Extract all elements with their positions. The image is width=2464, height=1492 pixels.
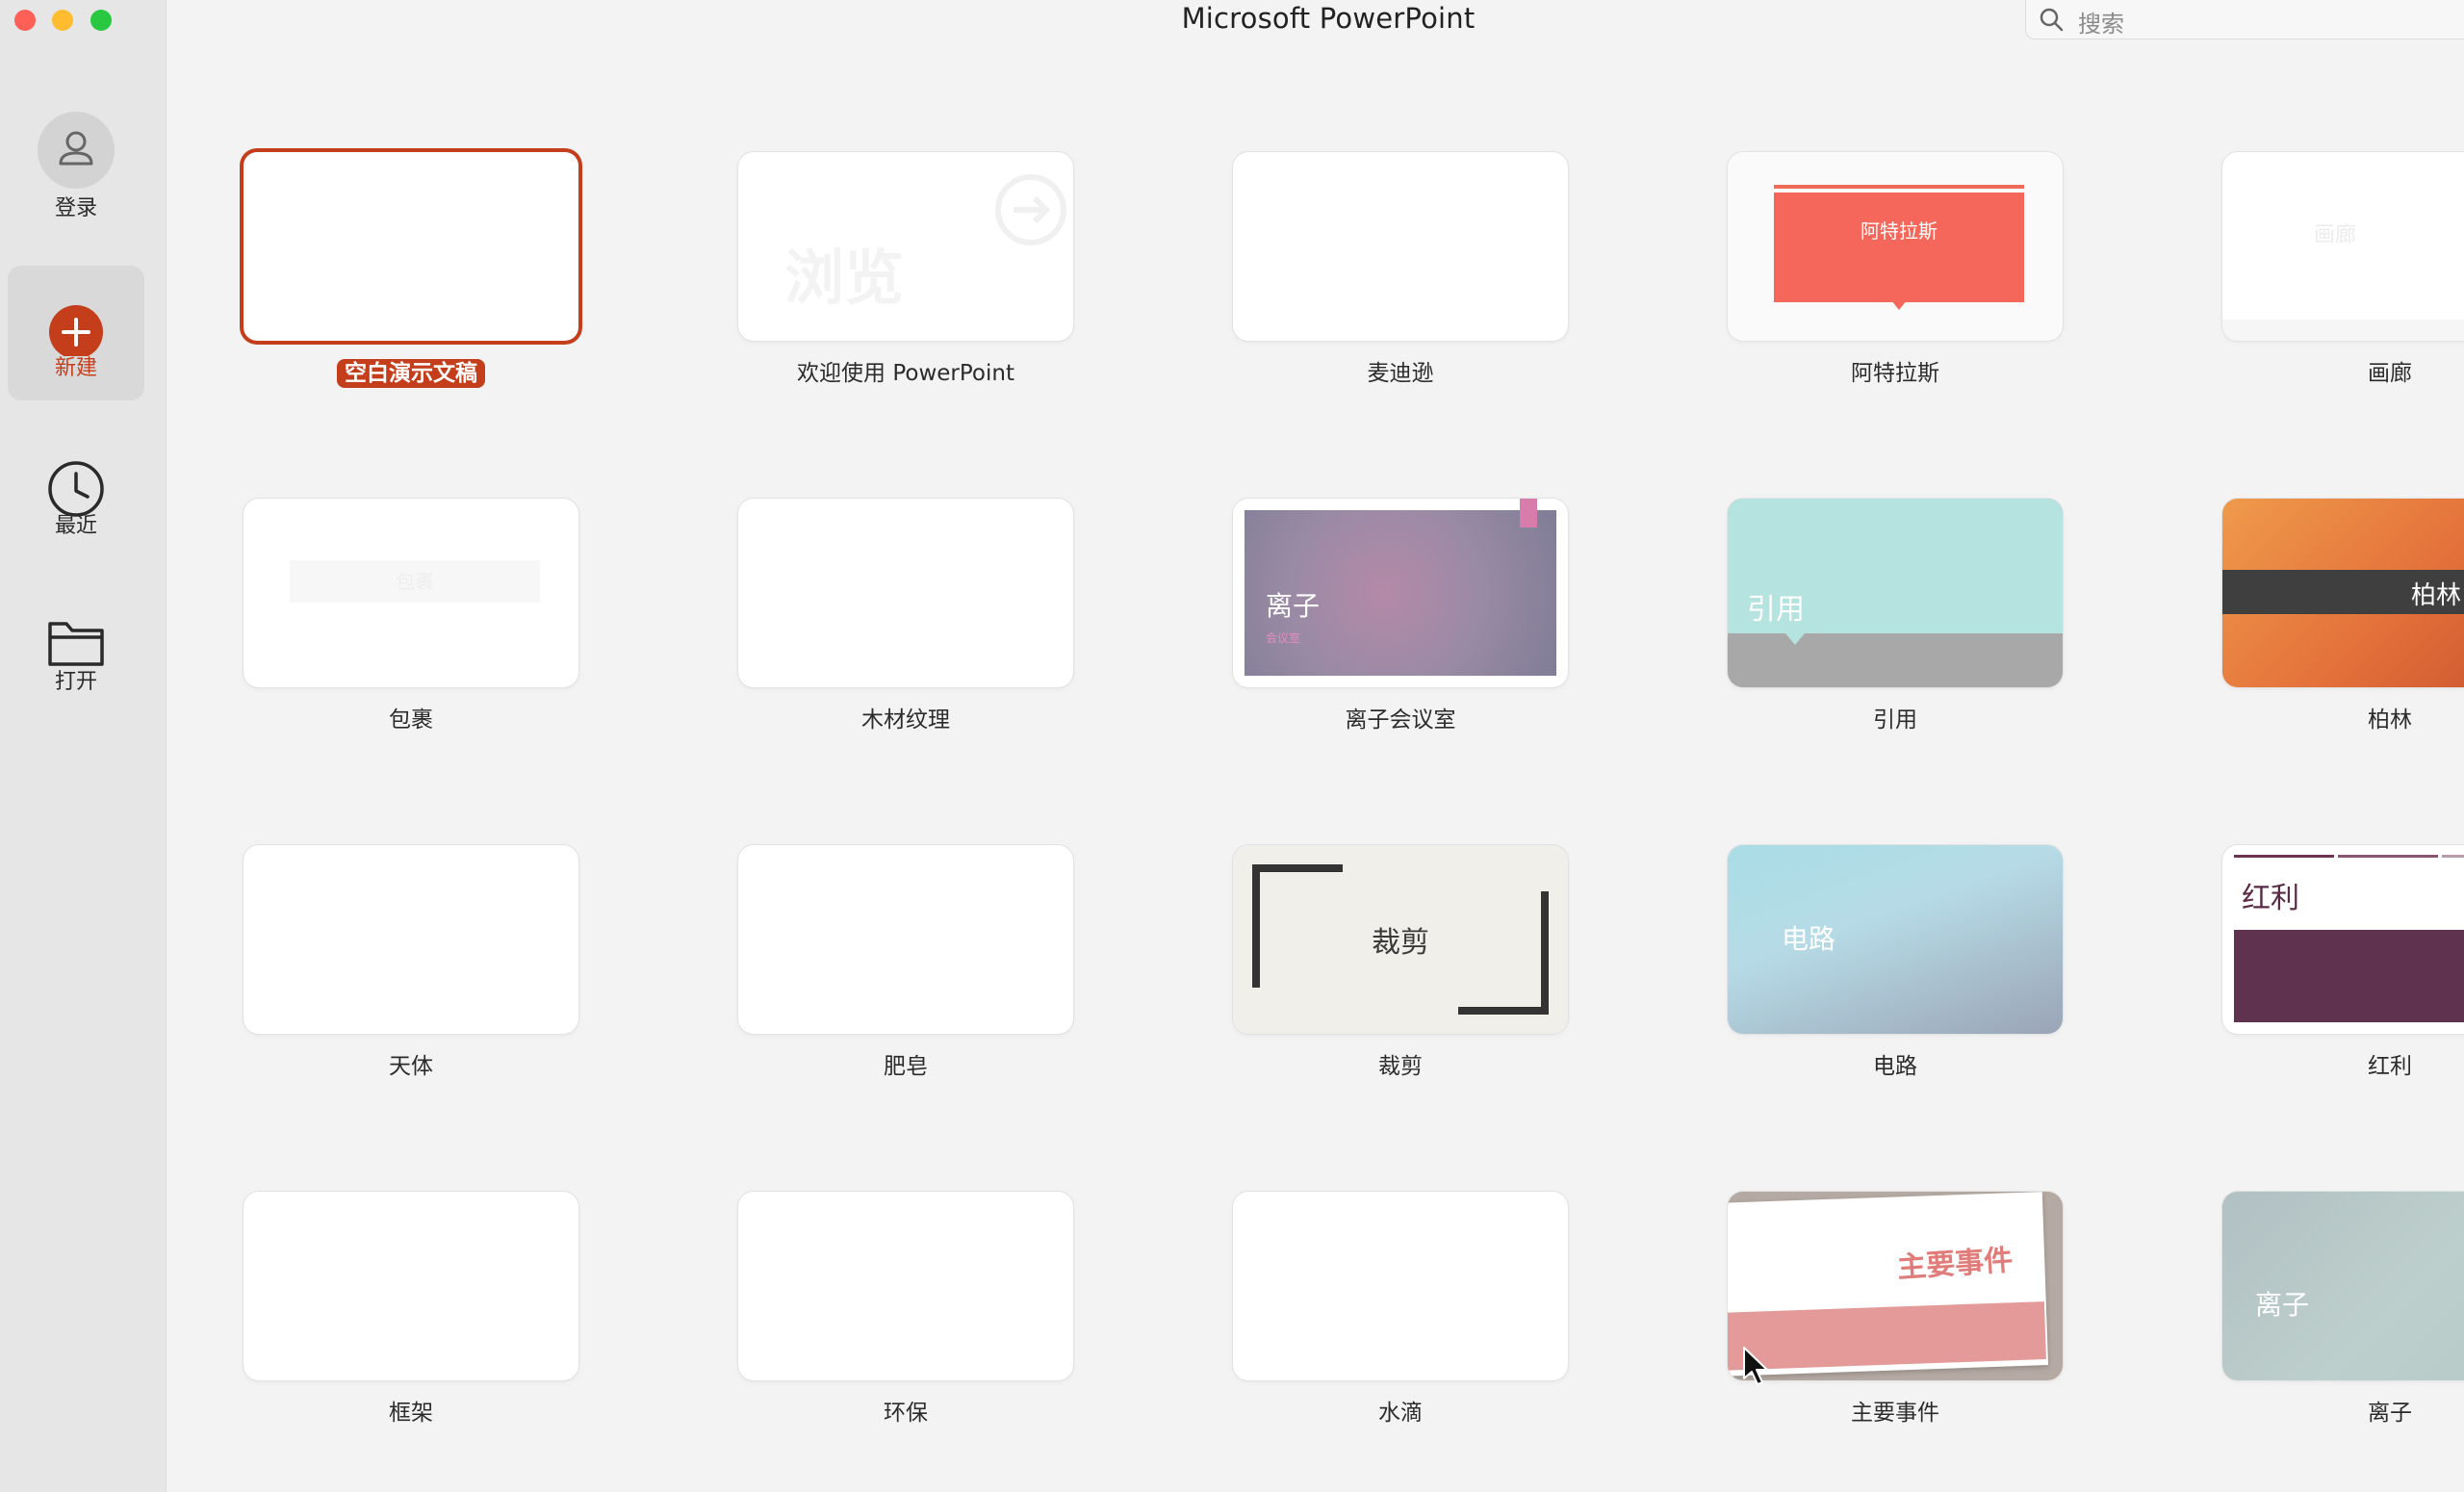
- template-celestial[interactable]: 天体: [244, 845, 580, 1079]
- thumb-text: 红利: [2242, 882, 2299, 915]
- sidebar-item-label: 最近: [54, 514, 97, 538]
- template-droplet[interactable]: 水滴: [1233, 1192, 1570, 1426]
- template-label: 阿特拉斯: [1851, 361, 1939, 386]
- search-placeholder: 搜索: [2078, 11, 2124, 38]
- template-label: 肥皂: [884, 1054, 928, 1079]
- template-thumbnail: 引用: [1728, 499, 2063, 687]
- template-thumbnail: [244, 1192, 578, 1380]
- template-label: 裁剪: [1378, 1054, 1423, 1079]
- template-atlas[interactable]: 阿特拉斯 阿特拉斯: [1728, 152, 2065, 386]
- sidebar-item-sign-in[interactable]: 登录: [8, 98, 144, 233]
- template-main-event[interactable]: 主要事件 主要事件: [1728, 1192, 2065, 1426]
- template-label: 红利: [2368, 1054, 2412, 1079]
- window-title: Microsoft PowerPoint: [1181, 2, 1476, 35]
- template-label: 环保: [884, 1401, 928, 1426]
- template-frame[interactable]: 框架: [244, 1192, 580, 1426]
- template-organic[interactable]: 环保: [738, 1192, 1075, 1426]
- template-thumbnail: 主要事件: [1728, 1192, 2063, 1380]
- template-label: 框架: [389, 1401, 433, 1426]
- template-label: 包裹: [389, 707, 433, 733]
- sidebar-item-recent[interactable]: 最近: [8, 435, 144, 570]
- template-circuit[interactable]: 电路 电路: [1728, 845, 2065, 1079]
- template-thumbnail: 包裹: [244, 499, 578, 687]
- template-label: 天体: [389, 1054, 433, 1079]
- template-label: 主要事件: [1851, 1401, 1939, 1426]
- template-dividend[interactable]: 红利 红利: [2222, 845, 2464, 1079]
- template-ion-boardroom[interactable]: 离子 会议室 离子会议室: [1233, 499, 1570, 733]
- sidebar-item-new[interactable]: 新建: [8, 266, 144, 400]
- template-gallery[interactable]: 画廊 画廊: [2222, 152, 2464, 386]
- search-icon: [2040, 8, 2064, 32]
- thumb-text: 离子: [2255, 1289, 2310, 1321]
- template-thumbnail: [244, 152, 578, 341]
- thumb-text: 离子: [1266, 590, 1321, 622]
- arrow-right-icon: [995, 174, 1066, 245]
- template-thumbnail: 电路: [1728, 845, 2063, 1034]
- thumb-text: 电路: [1782, 923, 1836, 955]
- template-thumbnail: [738, 1192, 1073, 1380]
- user-icon: [38, 112, 115, 189]
- sidebar-item-label: 登录: [54, 196, 97, 220]
- template-label: 电路: [1873, 1054, 1917, 1079]
- template-savon[interactable]: 肥皂: [738, 845, 1075, 1079]
- window-maximize-button[interactable]: [90, 10, 112, 31]
- template-label: 木材纹理: [861, 707, 950, 733]
- thumb-text: 裁剪: [1372, 926, 1429, 960]
- template-thumbnail: 画廊: [2222, 152, 2464, 341]
- template-label: 离子: [2368, 1401, 2412, 1426]
- template-berlin[interactable]: 柏林 柏林: [2222, 499, 2464, 733]
- template-label: 柏林: [2368, 707, 2412, 733]
- sidebar-item-label: 新建: [54, 356, 97, 380]
- thumb-text: 阿特拉斯: [1774, 193, 2024, 302]
- template-thumbnail: [738, 845, 1073, 1034]
- template-thumbnail: 柏林: [2222, 499, 2464, 687]
- mouse-cursor-icon: [1743, 1347, 1768, 1385]
- template-label: 画廊: [2368, 361, 2412, 386]
- template-label: 引用: [1873, 707, 1917, 733]
- window-minimize-button[interactable]: [52, 10, 73, 31]
- plus-circle-icon: [38, 279, 115, 359]
- template-thumbnail: [738, 499, 1073, 687]
- sidebar-item-label: 打开: [54, 670, 97, 694]
- template-thumbnail: [244, 845, 578, 1034]
- sidebar-item-open[interactable]: 打开: [8, 591, 144, 726]
- template-label: 空白演示文稿: [244, 354, 578, 388]
- thumb-text: 画廊: [2314, 223, 2357, 247]
- template-crop[interactable]: 裁剪 裁剪: [1233, 845, 1570, 1079]
- template-label: 离子会议室: [1345, 707, 1456, 733]
- thumb-text: 包裹: [290, 560, 540, 603]
- thumb-text: 柏林: [2411, 581, 2462, 610]
- template-thumbnail: 浏览: [738, 152, 1073, 341]
- thumb-subtext: 会议室: [1266, 631, 1301, 645]
- template-thumbnail: [1233, 152, 1568, 341]
- template-welcome[interactable]: 浏览 欢迎使用 PowerPoint: [738, 152, 1075, 386]
- template-thumbnail: 红利: [2222, 845, 2464, 1034]
- thumb-text: 浏览: [784, 243, 905, 313]
- window-close-button[interactable]: [14, 10, 36, 31]
- template-thumbnail: 离子: [2222, 1192, 2464, 1380]
- template-blank[interactable]: 空白演示文稿: [244, 152, 580, 388]
- thumb-text: 引用: [1747, 593, 1805, 627]
- template-ion[interactable]: 离子 离子: [2222, 1192, 2464, 1426]
- template-thumbnail: 阿特拉斯: [1728, 152, 2063, 341]
- template-label: 欢迎使用 PowerPoint: [797, 361, 1014, 386]
- search-input[interactable]: 搜索: [2025, 0, 2464, 39]
- template-quotable[interactable]: 引用 引用: [1728, 499, 2065, 733]
- template-madison[interactable]: 麦迪逊: [1233, 152, 1570, 386]
- template-label: 麦迪逊: [1367, 361, 1434, 386]
- template-thumbnail: 裁剪: [1233, 845, 1568, 1034]
- template-wood-type[interactable]: 木材纹理: [738, 499, 1075, 733]
- template-thumbnail: 离子 会议室: [1233, 499, 1568, 687]
- template-thumbnail: [1233, 1192, 1568, 1380]
- sidebar: 登录 新建 最近 打开: [0, 0, 167, 1492]
- template-label: 水滴: [1378, 1401, 1423, 1426]
- thumb-text: 主要事件: [1896, 1243, 2015, 1286]
- template-parcel[interactable]: 包裹 包裹: [244, 499, 580, 733]
